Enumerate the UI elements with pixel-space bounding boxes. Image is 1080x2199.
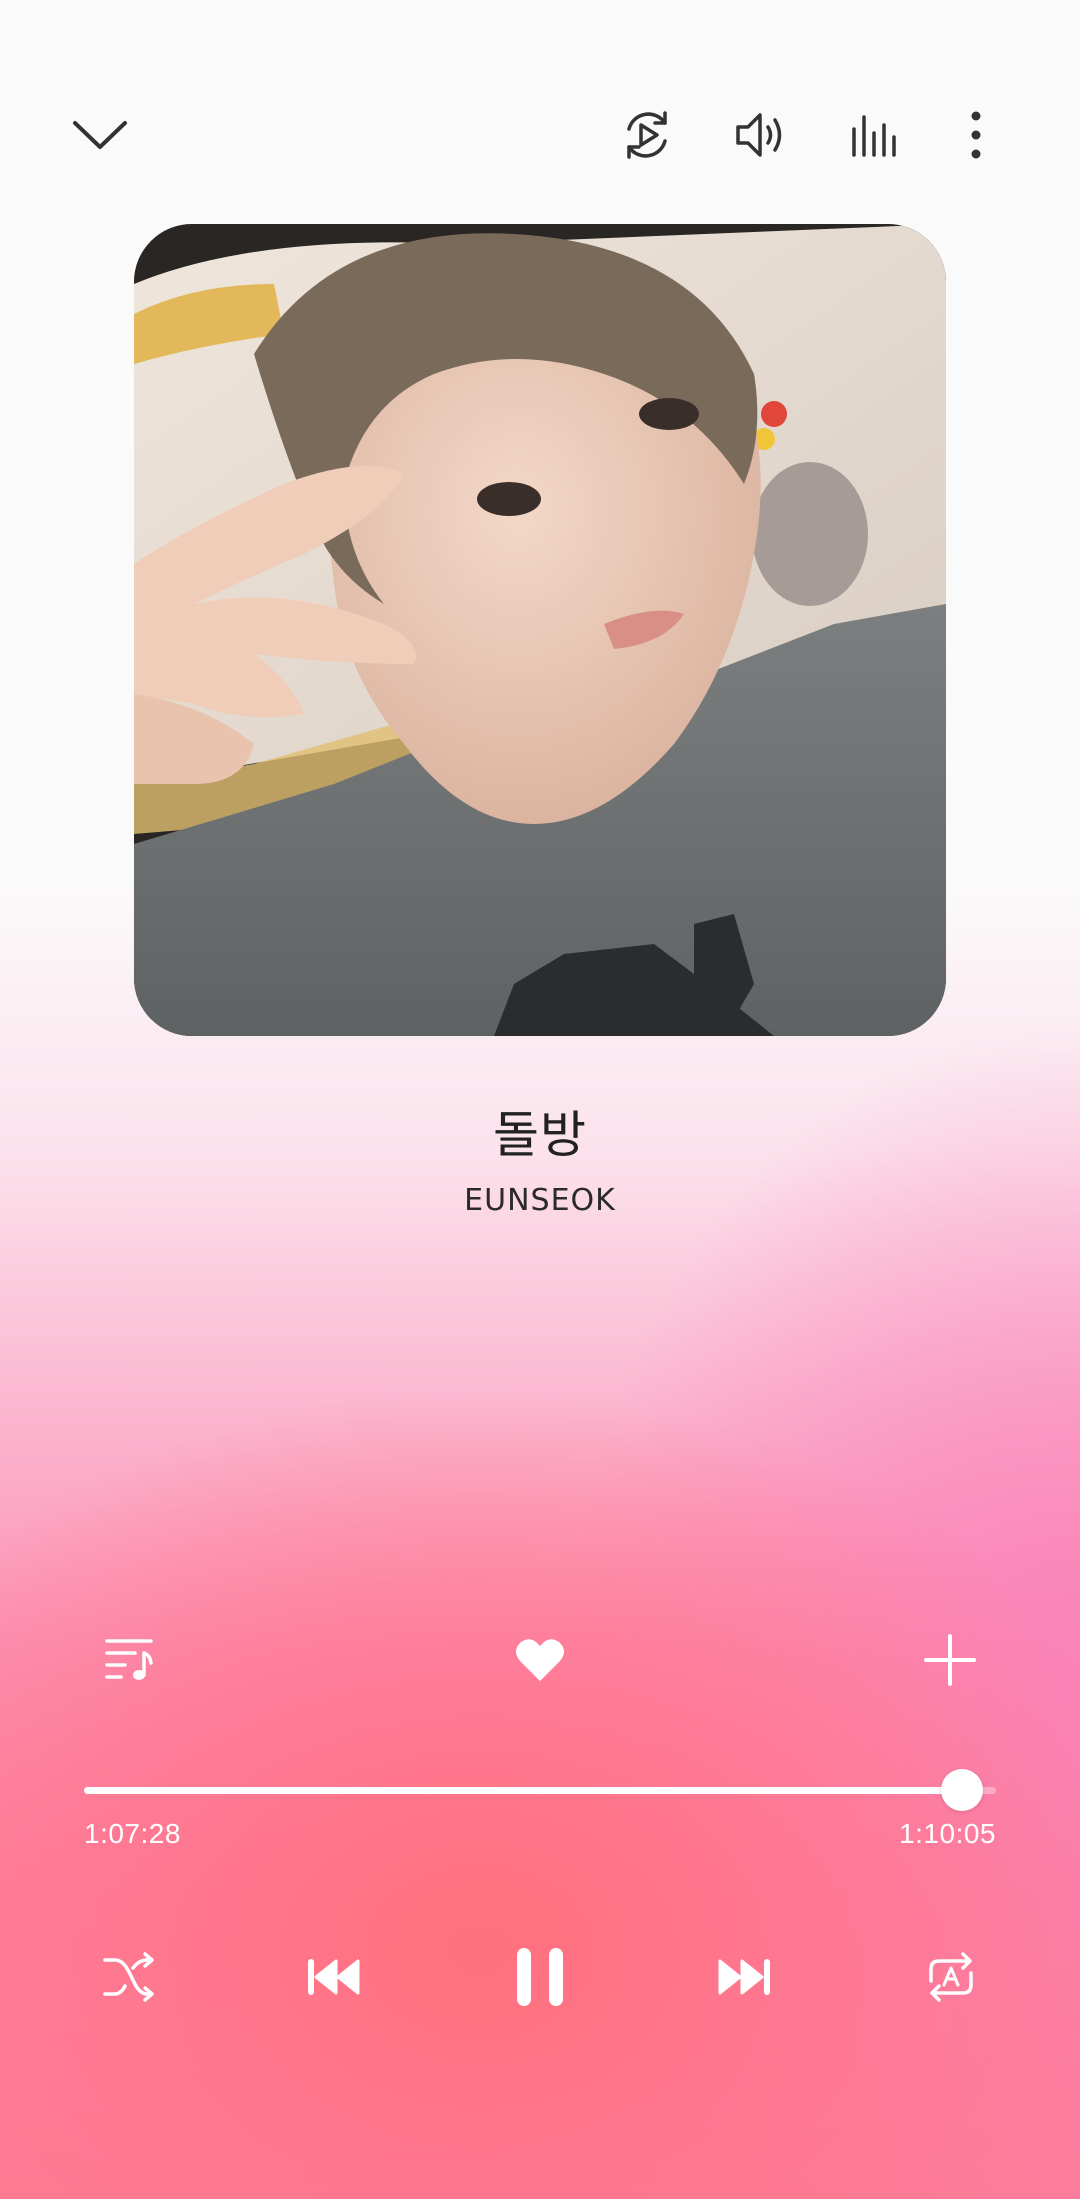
equalizer-button[interactable] [840,100,910,170]
chevron-down-icon [73,121,127,149]
repeat-button[interactable] [918,1944,984,2010]
play-circle-repeat-icon [627,111,667,159]
skip-previous-icon [308,1959,360,1995]
album-art [134,224,946,1036]
speaker-icon [736,113,782,157]
pause-button[interactable] [500,1940,580,2014]
shuffle-icon [103,1952,154,2002]
track-artist[interactable]: EUNSEOK [0,1183,1080,1218]
previous-button[interactable] [300,1944,366,2010]
more-options-button[interactable] [956,100,996,170]
seek-bar-thumb[interactable] [941,1769,983,1811]
equalizer-icon [852,115,896,157]
shuffle-button[interactable] [96,1944,162,2010]
skip-next-icon [718,1959,770,1995]
plus-icon [924,1634,976,1686]
collapse-button[interactable] [60,100,140,170]
autoplay-button[interactable] [612,100,682,170]
queue-music-icon [105,1639,153,1680]
heart-icon [516,1639,564,1681]
pause-icon [517,1948,563,2006]
queue-button[interactable] [98,1628,162,1692]
elapsed-time: 1:07:28 [84,1818,181,1849]
volume-button[interactable] [726,100,796,170]
seek-bar-fill [84,1787,962,1794]
more-vertical-icon [971,111,981,159]
next-button[interactable] [712,1944,778,2010]
add-to-playlist-button[interactable] [918,1628,982,1692]
top-bar [0,100,1080,170]
favorite-button[interactable] [508,1628,572,1692]
track-title: 돌방 [493,1106,587,1164]
total-time: 1:10:05 [899,1818,996,1849]
repeat-a-icon [929,1952,973,2002]
seek-bar[interactable] [84,1769,996,1811]
